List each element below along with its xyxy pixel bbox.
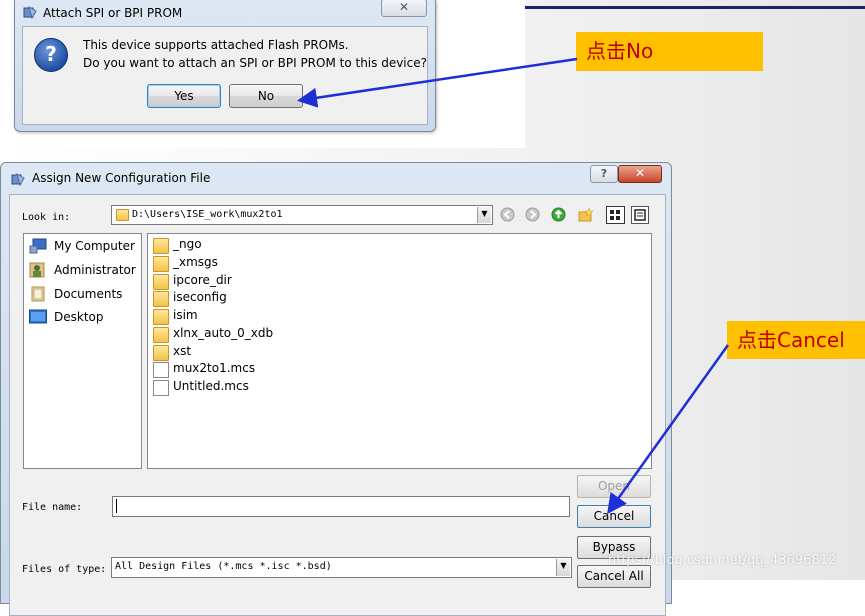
annotation-arrows [297, 57, 730, 515]
arrow-to-cancel-button [607, 344, 730, 515]
arrow-to-no-button [297, 57, 578, 108]
watermark: https://blog.csdn.net/qq_43696812 [608, 553, 837, 568]
